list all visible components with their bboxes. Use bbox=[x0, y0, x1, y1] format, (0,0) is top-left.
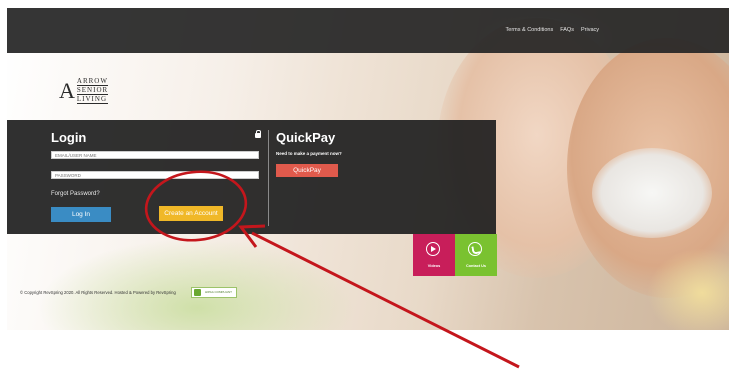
privacy-link[interactable]: Privacy bbox=[581, 27, 599, 33]
arrow-senior-living-logo[interactable]: A ARROW SENIOR LIVING bbox=[59, 77, 109, 104]
badge-text: HIPAA COMPLIANT bbox=[205, 289, 232, 294]
contact-label: Contact Us bbox=[465, 264, 487, 268]
quickpay-prompt: Need to make a payment now? bbox=[276, 151, 342, 156]
forgot-password-link[interactable]: Forgot Password? bbox=[51, 191, 100, 197]
handset-icon bbox=[471, 245, 481, 255]
faqs-link[interactable]: FAQs bbox=[560, 27, 574, 33]
username-input[interactable] bbox=[51, 151, 259, 159]
password-input[interactable] bbox=[51, 171, 259, 179]
login-title: Login bbox=[51, 130, 87, 145]
terms-link[interactable]: Terms & Conditions bbox=[506, 27, 554, 33]
logo-line-2: SENIOR bbox=[76, 86, 109, 95]
copyright-text: © Copyright RevSpring 2020. All Rights R… bbox=[20, 290, 176, 295]
top-nav-bar: Terms & Conditions FAQs Privacy bbox=[7, 8, 729, 53]
logo-line-3: LIVING bbox=[76, 95, 109, 104]
photo-beard bbox=[592, 148, 712, 238]
hipaa-badge: HIPAA COMPLIANT bbox=[191, 287, 237, 298]
contact-tile[interactable]: Contact Us bbox=[455, 234, 497, 276]
website-screenshot: Terms & Conditions FAQs Privacy A ARROW … bbox=[7, 8, 729, 330]
logo-line-1: ARROW bbox=[76, 77, 109, 86]
login-button[interactable]: Log In bbox=[51, 207, 111, 222]
create-account-button[interactable]: Create an Account bbox=[159, 206, 223, 221]
lock-icon bbox=[255, 130, 261, 138]
videos-label: Videos bbox=[427, 264, 441, 268]
quickpay-button[interactable]: QuickPay bbox=[276, 164, 338, 177]
login-panel: Login Forgot Password? Log In Create an … bbox=[7, 120, 496, 234]
logo-wordmark: ARROW SENIOR LIVING bbox=[76, 77, 109, 104]
top-nav-links: Terms & Conditions FAQs Privacy bbox=[506, 27, 599, 33]
play-icon bbox=[431, 246, 436, 252]
panel-divider bbox=[268, 130, 269, 226]
photo-plants bbox=[37, 238, 357, 330]
badge-icon bbox=[194, 289, 201, 296]
videos-tile[interactable]: Videos bbox=[413, 234, 455, 276]
logo-letter: A bbox=[59, 77, 75, 103]
quickpay-title: QuickPay bbox=[276, 130, 336, 145]
